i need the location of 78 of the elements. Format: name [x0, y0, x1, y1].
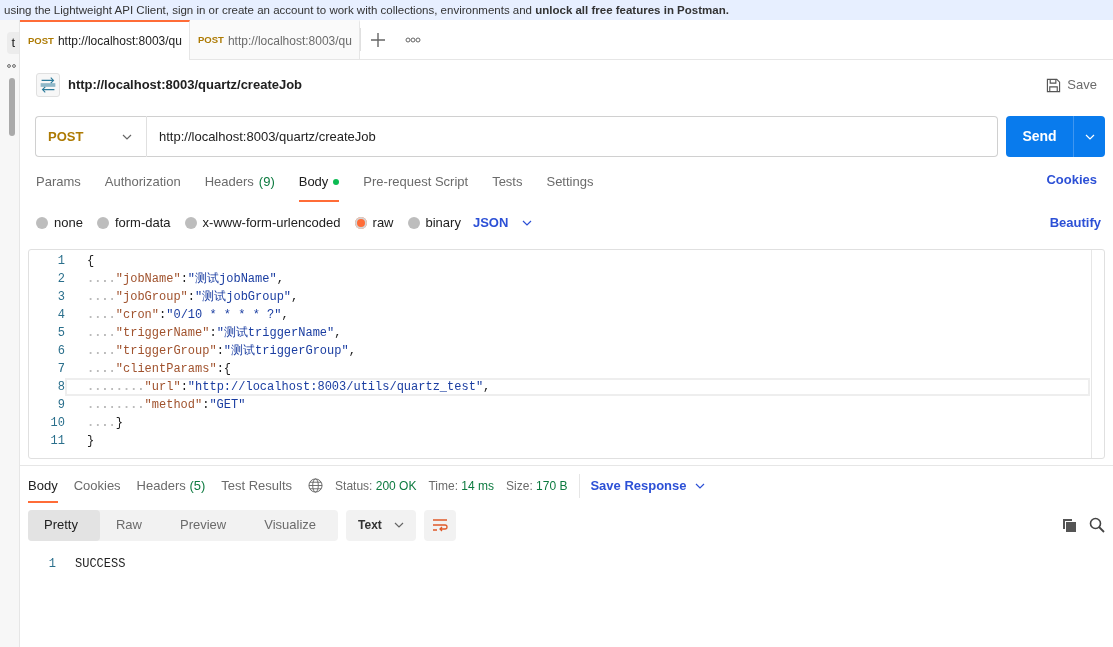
code-line: }: [65, 414, 1090, 432]
line-number: 6: [56, 343, 65, 360]
view-tab[interactable]: Pretty: [28, 509, 100, 541]
request-tab[interactable]: POST http://localhost:8003/qu: [20, 20, 190, 60]
code-line: "triggerGroup":"测试triggerGroup",: [65, 342, 1090, 360]
code-line: "url":"http://localhost:8003/utils/quartz_test",: [65, 378, 1090, 396]
line-number: 2: [56, 271, 65, 288]
line-number: 11: [49, 433, 65, 450]
body-type-radio[interactable]: x-www-form-urlencoded: [184, 213, 341, 233]
code-editor[interactable]: [28, 249, 1105, 459]
code-line: "triggerName":"测试triggerName",: [65, 324, 1090, 342]
request-section-tab[interactable]: Params: [36, 158, 81, 202]
more-icon: [405, 36, 421, 43]
scrollbar[interactable]: [9, 78, 15, 136]
globe-icon[interactable]: [308, 478, 324, 493]
copy-icon[interactable]: [1062, 517, 1077, 533]
cookies-link[interactable]: Cookies: [1046, 170, 1097, 190]
request-section-tab[interactable]: Headers (9): [204, 158, 275, 202]
request-section-tab[interactable]: Settings: [546, 158, 594, 202]
line-number: 9: [56, 397, 65, 414]
search-icon[interactable]: [1089, 517, 1105, 533]
request-section-tab[interactable]: Tests: [492, 158, 523, 202]
send-button[interactable]: Send: [1006, 116, 1073, 157]
view-tab[interactable]: Raw: [99, 509, 164, 541]
request-section-tab[interactable]: Authorization: [104, 158, 181, 202]
save-button[interactable]: Save: [1046, 75, 1097, 95]
request-section-tab[interactable]: Pre-request Script: [363, 158, 469, 202]
response-tab[interactable]: Headers (5): [136, 467, 206, 504]
url-field[interactable]: http://localhost:8003/quartz/createJob: [147, 116, 998, 157]
http-icon: [36, 73, 60, 97]
save-response-button[interactable]: Save Response: [584, 475, 705, 496]
response-tab[interactable]: Test Results: [221, 467, 293, 504]
body-type-radio[interactable]: binary: [407, 213, 461, 233]
code-line: "cron":"0/10 * * * * ?",: [65, 306, 1090, 324]
body-type-radio[interactable]: raw: [354, 213, 394, 233]
response-status: Status: 200 OK: [335, 477, 417, 495]
response-size: Size: 170 B: [506, 477, 568, 495]
chevron-icon: [694, 482, 705, 489]
format-dropdown[interactable]: Text: [346, 509, 417, 541]
request-section-tab[interactable]: Body: [298, 158, 340, 202]
response-time: Time: 14 ms: [428, 477, 495, 495]
line-number: 1: [56, 253, 65, 270]
line-number: 5: [56, 325, 65, 342]
method-dropdown[interactable]: POST: [35, 116, 147, 157]
code-line: "method":"GET": [65, 396, 1090, 414]
line-number: 4: [56, 307, 65, 324]
response-tab[interactable]: Body: [28, 467, 58, 504]
chevron-icon: [522, 220, 533, 226]
announcement-banner: using the Lightweight API Client, sign in or create an account to work with collections, environments and unlock all free features in Postman.: [0, 0, 1113, 20]
body-type-radio[interactable]: none: [36, 213, 83, 233]
code-line: "jobName":"测试jobName",: [65, 270, 1090, 288]
line-number: 3: [56, 289, 65, 306]
plus-icon: [371, 32, 385, 47]
body-type-radio[interactable]: form-data: [96, 213, 171, 233]
code-line: "clientParams":{: [65, 360, 1090, 378]
code-line: }: [86, 433, 96, 450]
request-title: http://localhost:8003/quartz/createJob: [68, 76, 303, 95]
beautify-link[interactable]: Beautify: [1049, 213, 1101, 233]
save-icon: [1046, 77, 1062, 93]
code-line: "jobGroup":"测试jobGroup",: [65, 288, 1090, 306]
chevron-icon: [394, 522, 405, 528]
sidebar-button[interactable]: t: [7, 32, 19, 54]
chevron-icon: [1084, 133, 1095, 140]
response-tab[interactable]: Cookies: [73, 467, 121, 504]
line-number: 10: [49, 415, 65, 432]
chevron-icon: [122, 133, 132, 140]
view-tab[interactable]: Preview: [164, 509, 249, 541]
wrap-lines-button[interactable]: [424, 509, 457, 541]
more-icon[interactable]: [7, 64, 17, 68]
line-number: 8: [56, 379, 65, 396]
language-dropdown[interactable]: JSON: [472, 213, 533, 233]
line-number: 7: [56, 361, 65, 378]
line-number: 1: [47, 556, 56, 573]
view-tab[interactable]: Visualize: [248, 509, 339, 541]
request-tab[interactable]: POST http://localhost:8003/qu: [190, 20, 360, 59]
code-line: {: [86, 253, 96, 270]
wrap-icon: [432, 518, 449, 532]
response-text: SUCCESS: [75, 556, 126, 573]
